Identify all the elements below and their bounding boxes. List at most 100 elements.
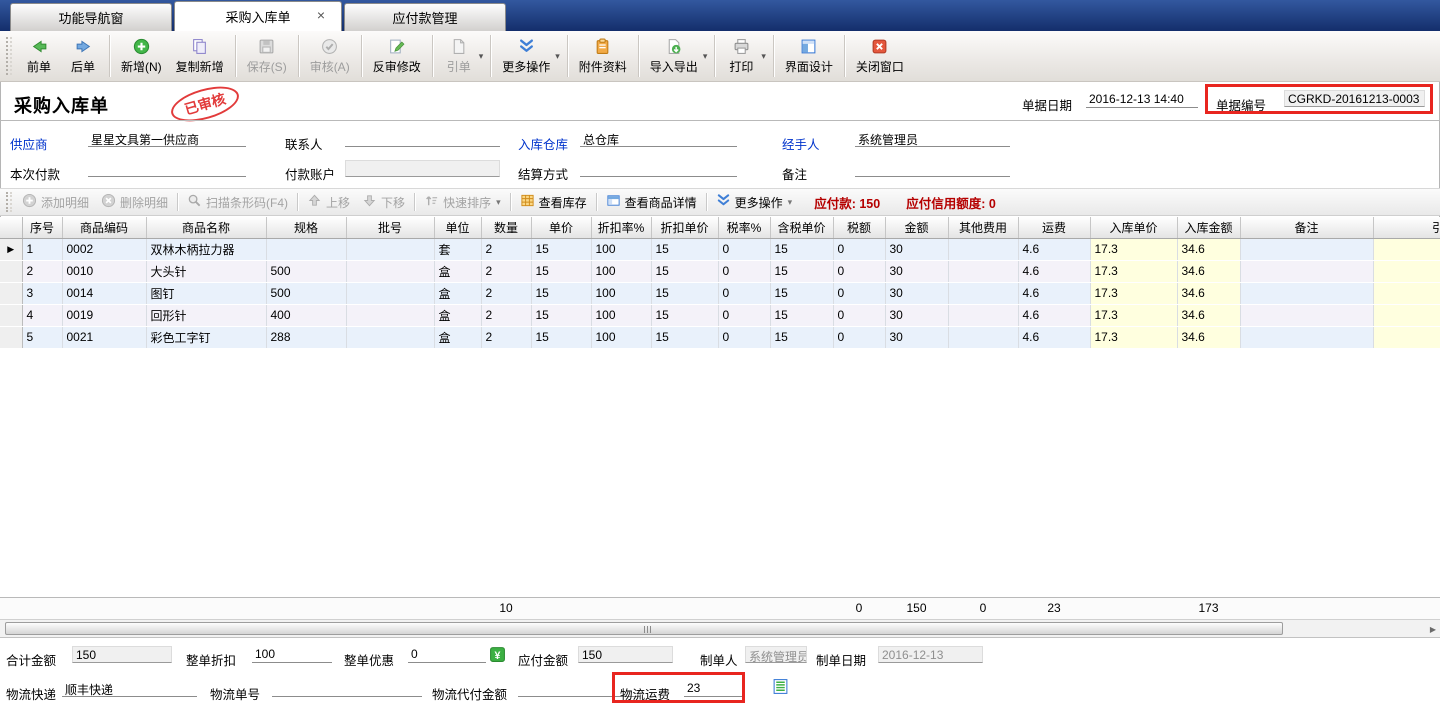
- toolbar-button-ui-design[interactable]: 界面设计: [778, 33, 840, 79]
- horizontal-scrollbar[interactable]: ▶: [0, 619, 1440, 638]
- column-header-price[interactable]: 单价: [531, 217, 591, 238]
- cell-tax_amount[interactable]: 0: [833, 326, 885, 348]
- cell-in_price[interactable]: 17.3: [1090, 304, 1177, 326]
- column-header-tax_amount[interactable]: 税额: [833, 217, 885, 238]
- cell-in_price[interactable]: 17.3: [1090, 282, 1177, 304]
- toolbar-button-import-export[interactable]: 导入导出: [643, 33, 705, 79]
- toolbar-button-close-window[interactable]: 关闭窗口: [849, 33, 911, 79]
- grid-toolbar-button-more-grid-actions[interactable]: 更多操作▾: [710, 191, 799, 213]
- cell-in_amount[interactable]: 34.6: [1177, 282, 1240, 304]
- cell-in_price[interactable]: 17.3: [1090, 238, 1177, 260]
- cell-qty[interactable]: 2: [481, 282, 531, 304]
- cell-other_fee[interactable]: [948, 238, 1018, 260]
- field-handler[interactable]: 系统管理员: [855, 130, 1010, 147]
- column-header-in_price[interactable]: 入库单价: [1090, 217, 1177, 238]
- toolbar-button-audit[interactable]: 审核(A): [303, 33, 357, 79]
- cell-discount_price[interactable]: 15: [651, 304, 718, 326]
- column-header-discount_rate[interactable]: 折扣率%: [591, 217, 651, 238]
- cell-name[interactable]: 图钉: [146, 282, 266, 304]
- cell-seq[interactable]: 1: [22, 238, 62, 260]
- cell-code[interactable]: 0019: [62, 304, 146, 326]
- field-contact[interactable]: [345, 130, 500, 147]
- cell-discount_price[interactable]: 15: [651, 260, 718, 282]
- toolbar-button-more-actions[interactable]: 更多操作: [495, 33, 557, 79]
- field-creator[interactable]: 系统管理员: [745, 646, 807, 663]
- cell-discount_rate[interactable]: 100: [591, 260, 651, 282]
- cell-batch[interactable]: [346, 326, 434, 348]
- column-header-name[interactable]: 商品名称: [146, 217, 266, 238]
- cell-tax_price[interactable]: 15: [770, 304, 833, 326]
- field-order-discount[interactable]: 100: [252, 646, 332, 663]
- cell-spec[interactable]: 288: [266, 326, 346, 348]
- field-payable-amount[interactable]: 150: [578, 646, 673, 663]
- field-settlement[interactable]: [580, 160, 737, 177]
- cell-spec[interactable]: 500: [266, 282, 346, 304]
- cell-other_fee[interactable]: [948, 282, 1018, 304]
- table-row[interactable]: 20010大头针500盒215100150150304.617.334.6: [0, 260, 1440, 282]
- cell-seq[interactable]: 3: [22, 282, 62, 304]
- grid-toolbar-drag-handle[interactable]: [6, 192, 12, 212]
- cell-code[interactable]: 0021: [62, 326, 146, 348]
- current-row-marker[interactable]: ▶: [0, 238, 22, 260]
- cell-in_price[interactable]: 17.3: [1090, 260, 1177, 282]
- table-row[interactable]: 40019回形针400盒215100150150304.617.334.6: [0, 304, 1440, 326]
- column-header-amount[interactable]: 金额: [885, 217, 948, 238]
- toolbar-button-unaudit-edit[interactable]: 反审修改: [366, 33, 428, 79]
- cell-other_fee[interactable]: [948, 304, 1018, 326]
- grid-toolbar-button-move-up[interactable]: 上移: [301, 191, 356, 213]
- cell-tax_price[interactable]: 15: [770, 260, 833, 282]
- cell-code[interactable]: 0002: [62, 238, 146, 260]
- dropdown-caret-icon[interactable]: ▾: [788, 197, 793, 208]
- cell-remark[interactable]: [1240, 304, 1373, 326]
- column-header-tax_price[interactable]: 含税单价: [770, 217, 833, 238]
- tab-payable-management[interactable]: 应付款管理: [344, 3, 506, 31]
- cell-tax_amount[interactable]: 0: [833, 238, 885, 260]
- grid-toolbar-button-move-down[interactable]: 下移: [356, 191, 411, 213]
- cell-tax_rate[interactable]: 0: [718, 260, 770, 282]
- cell-qty[interactable]: 2: [481, 260, 531, 282]
- cell-extra[interactable]: [1373, 304, 1440, 326]
- table-row[interactable]: ▶10002双林木柄拉力器套215100150150304.617.334.6: [0, 238, 1440, 260]
- cell-freight[interactable]: 4.6: [1018, 326, 1090, 348]
- cell-unit[interactable]: 盒: [434, 260, 481, 282]
- grid-toolbar-button-view-product-detail[interactable]: 查看商品详情: [600, 191, 703, 213]
- cell-batch[interactable]: [346, 238, 434, 260]
- cell-batch[interactable]: [346, 260, 434, 282]
- toolbar-drag-handle[interactable]: [6, 37, 12, 75]
- column-header-extra[interactable]: 引: [1373, 217, 1440, 238]
- cell-spec[interactable]: 500: [266, 260, 346, 282]
- column-header-code[interactable]: 商品编码: [62, 217, 146, 238]
- column-header-seq[interactable]: 序号: [22, 217, 62, 238]
- grid-toolbar-button-add-detail[interactable]: 添加明细: [16, 191, 95, 213]
- column-header-discount_price[interactable]: 折扣单价: [651, 217, 718, 238]
- cell-price[interactable]: 15: [531, 304, 591, 326]
- cell-freight[interactable]: 4.6: [1018, 282, 1090, 304]
- cell-unit[interactable]: 盒: [434, 304, 481, 326]
- tab-nav-window[interactable]: 功能导航窗: [10, 3, 172, 31]
- tab-close-icon[interactable]: ×: [317, 8, 325, 22]
- cell-in_amount[interactable]: 34.6: [1177, 238, 1240, 260]
- toolbar-button-prev-doc[interactable]: 前单: [17, 33, 61, 79]
- logistics-list-icon[interactable]: [772, 678, 789, 695]
- cell-extra[interactable]: [1373, 238, 1440, 260]
- field-remark[interactable]: [855, 160, 1010, 177]
- cell-name[interactable]: 双林木柄拉力器: [146, 238, 266, 260]
- row-selector[interactable]: [0, 326, 22, 348]
- cell-extra[interactable]: [1373, 326, 1440, 348]
- dropdown-caret-icon[interactable]: ▾: [555, 51, 560, 62]
- cell-price[interactable]: 15: [531, 260, 591, 282]
- tab-purchase-inbound[interactable]: 采购入库单×: [174, 1, 342, 31]
- doc-date-field[interactable]: 2016-12-13 14:40: [1086, 91, 1198, 108]
- cell-amount[interactable]: 30: [885, 238, 948, 260]
- cell-remark[interactable]: [1240, 282, 1373, 304]
- cell-spec[interactable]: 400: [266, 304, 346, 326]
- cell-unit[interactable]: 盒: [434, 282, 481, 304]
- column-header-batch[interactable]: 批号: [346, 217, 434, 238]
- field-supplier[interactable]: 星星文具第一供应商: [88, 130, 246, 147]
- cell-code[interactable]: 0010: [62, 260, 146, 282]
- table-row[interactable]: 50021彩色工字钉288盒215100150150304.617.334.6: [0, 326, 1440, 348]
- cell-tax_price[interactable]: 15: [770, 238, 833, 260]
- cell-discount_rate[interactable]: 100: [591, 304, 651, 326]
- cell-seq[interactable]: 2: [22, 260, 62, 282]
- cell-extra[interactable]: [1373, 260, 1440, 282]
